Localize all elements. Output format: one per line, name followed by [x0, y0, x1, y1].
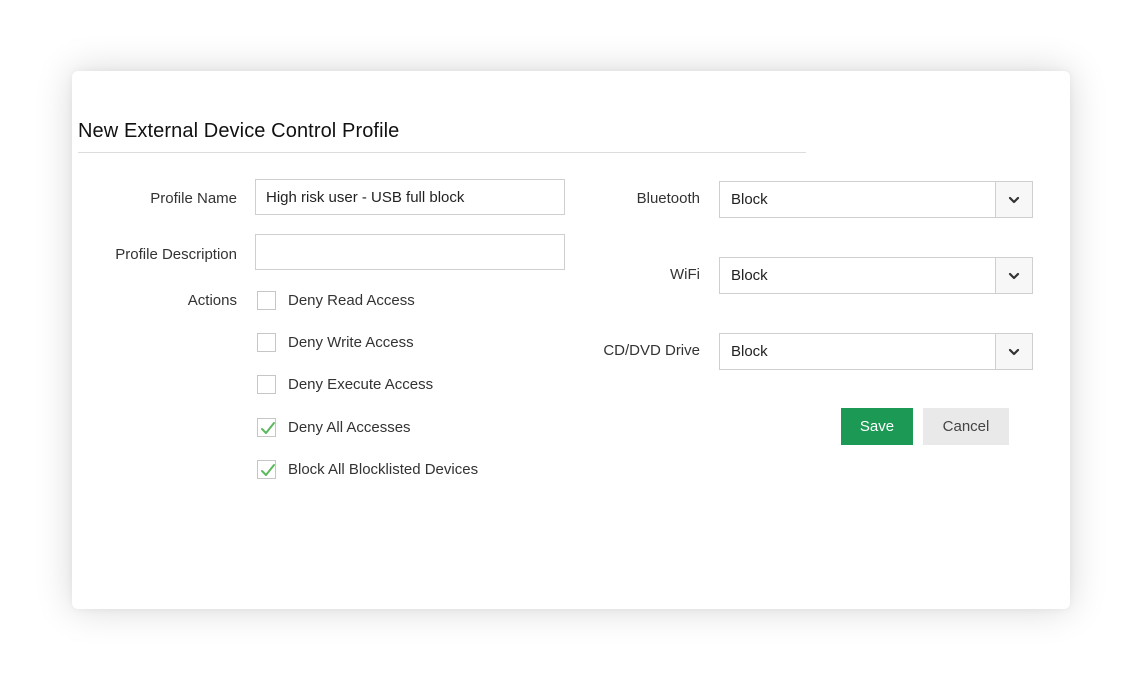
wifi-select[interactable]: Block	[719, 257, 1033, 294]
block-blocklisted-devices-option[interactable]: Block All Blocklisted Devices	[257, 458, 478, 480]
profile-description-label: Profile Description	[115, 246, 237, 263]
bluetooth-select[interactable]: Block	[719, 181, 1033, 218]
deny-read-access-label: Deny Read Access	[288, 292, 415, 309]
bluetooth-label: Bluetooth	[637, 190, 700, 207]
bluetooth-select-value: Block	[731, 191, 768, 208]
deny-all-accesses-label: Deny All Accesses	[288, 419, 411, 436]
title-divider	[78, 152, 806, 153]
cd-dvd-drive-label: CD/DVD Drive	[603, 342, 700, 359]
profile-dialog: New External Device Control Profile Prof…	[72, 71, 1070, 609]
deny-all-accesses-checkbox[interactable]	[257, 418, 276, 437]
deny-execute-access-checkbox[interactable]	[257, 375, 276, 394]
cd-dvd-drive-dropdown-button[interactable]	[995, 334, 1032, 369]
profile-name-label: Profile Name	[150, 190, 237, 207]
deny-all-accesses-option[interactable]: Deny All Accesses	[257, 416, 411, 438]
deny-write-access-option[interactable]: Deny Write Access	[257, 331, 414, 353]
save-button[interactable]: Save	[841, 408, 913, 445]
deny-write-access-label: Deny Write Access	[288, 334, 414, 351]
chevron-down-icon	[1008, 348, 1020, 356]
wifi-select-value: Block	[731, 267, 768, 284]
profile-description-input[interactable]	[255, 234, 565, 270]
deny-execute-access-label: Deny Execute Access	[288, 376, 433, 393]
deny-read-access-checkbox[interactable]	[257, 291, 276, 310]
chevron-down-icon	[1008, 196, 1020, 204]
deny-read-access-option[interactable]: Deny Read Access	[257, 289, 415, 311]
block-blocklisted-devices-label: Block All Blocklisted Devices	[288, 461, 478, 478]
cancel-button[interactable]: Cancel	[923, 408, 1009, 445]
actions-label: Actions	[188, 292, 237, 309]
wifi-label: WiFi	[670, 266, 700, 283]
check-icon	[259, 462, 276, 479]
wifi-dropdown-button[interactable]	[995, 258, 1032, 293]
bluetooth-dropdown-button[interactable]	[995, 182, 1032, 217]
deny-execute-access-option[interactable]: Deny Execute Access	[257, 373, 433, 395]
dialog-title: New External Device Control Profile	[78, 120, 399, 143]
page-background: New External Device Control Profile Prof…	[0, 0, 1142, 682]
deny-write-access-checkbox[interactable]	[257, 333, 276, 352]
profile-name-input[interactable]	[255, 179, 565, 215]
cd-dvd-drive-select-value: Block	[731, 343, 768, 360]
cd-dvd-drive-select[interactable]: Block	[719, 333, 1033, 370]
check-icon	[259, 420, 276, 437]
chevron-down-icon	[1008, 272, 1020, 280]
block-blocklisted-devices-checkbox[interactable]	[257, 460, 276, 479]
